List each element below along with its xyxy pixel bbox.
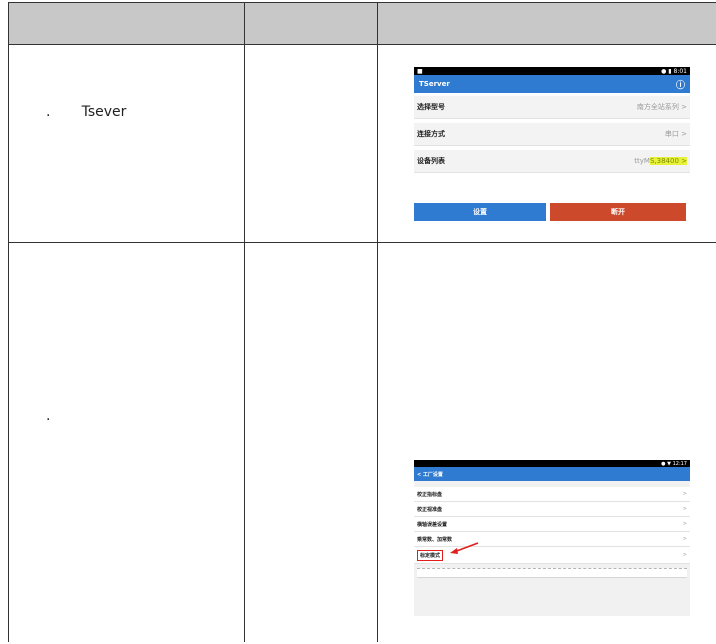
disconnect-button[interactable]: 断开: [550, 203, 686, 221]
app-title: TServer: [419, 80, 450, 88]
tserver-screenshot: ■ ● ▮ 8:01 TServer ⓘ 选择型号 南方全站系列 > 连接方式 …: [414, 67, 690, 231]
status-bar: ● ▼ 12:17: [414, 460, 690, 467]
column-divider-2: [377, 2, 378, 642]
row1-feature-text: . Tsever: [46, 104, 127, 120]
annotation-arrow-icon: [450, 542, 479, 554]
truncated-list-row: [417, 568, 687, 578]
settings-button[interactable]: 设置: [414, 203, 546, 221]
setting-label: 选择型号: [417, 103, 445, 111]
list-item-label: 横轴误差设置: [417, 521, 448, 528]
battery-icon: ▮: [668, 67, 672, 75]
setting-value: ttyMS,38400 >: [634, 157, 687, 165]
setting-value: 串口 >: [664, 130, 687, 138]
list-item-label: 乘常数、加常数: [417, 536, 453, 543]
setting-row-model[interactable]: 选择型号 南方全站系列 >: [414, 96, 690, 119]
setting-label: 连接方式: [417, 130, 445, 138]
chevron-right-icon: >: [682, 506, 687, 512]
location-icon: ●: [661, 67, 667, 75]
info-icon[interactable]: ⓘ: [676, 78, 685, 91]
status-time: 12:17: [672, 460, 687, 467]
setting-row-device-list[interactable]: 设备列表 ttyMS,38400 >: [414, 150, 690, 173]
status-time: 8:01: [673, 67, 687, 75]
row-divider: [8, 242, 716, 243]
disconnect-button-label: 断开: [611, 208, 625, 216]
list-item[interactable]: 校正指标盘 >: [414, 487, 690, 502]
chevron-right-icon: >: [682, 521, 687, 527]
wifi-icon: ▼: [667, 460, 671, 467]
row2-feature-text: .: [46, 408, 51, 424]
status-right: ● ▮ 8:01: [661, 68, 687, 75]
setting-row-connection[interactable]: 连接方式 串口 >: [414, 123, 690, 146]
app-title[interactable]: < 工厂设置: [417, 471, 443, 478]
factory-settings-screenshot: ● ▼ 12:17 < 工厂设置 校正指标盘 > 校正视准盘 > 横轴误差设置 …: [414, 460, 690, 616]
list-item-label: 校正指标盘: [417, 491, 443, 498]
list-item-label: 标定模式: [417, 549, 444, 561]
header-divider: [8, 44, 716, 45]
list-item[interactable]: 横轴误差设置 >: [414, 517, 690, 532]
chevron-right-icon: >: [682, 491, 687, 497]
setting-value: 南方全站系列 >: [636, 103, 687, 111]
app-bar: TServer ⓘ: [414, 75, 690, 93]
table-border-left: [8, 2, 9, 642]
list-item-label: 校正视准盘: [417, 506, 443, 513]
location-icon: ●: [661, 460, 666, 467]
list-item-calibration-mode[interactable]: 标定模式 >: [414, 542, 690, 564]
device-prefix: ttyM: [634, 157, 650, 165]
column-divider-1: [244, 2, 245, 642]
device-highlight: S,38400 >: [649, 157, 687, 165]
app-bar: < 工厂设置: [414, 467, 690, 481]
settings-button-label: 设置: [473, 208, 487, 216]
factory-settings-list: 校正指标盘 > 校正视准盘 > 横轴误差设置 > 乘常数、加常数 > 标定模式 …: [414, 487, 690, 564]
chevron-right-icon: >: [682, 536, 687, 542]
list-item[interactable]: 校正视准盘 >: [414, 502, 690, 517]
setting-label: 设备列表: [417, 157, 445, 165]
table-border-top: [8, 2, 716, 3]
lock-icon: ■: [417, 67, 423, 75]
chevron-right-icon: >: [682, 552, 687, 558]
table-header-row: [8, 2, 716, 44]
status-bar: ■ ● ▮ 8:01: [414, 67, 690, 75]
